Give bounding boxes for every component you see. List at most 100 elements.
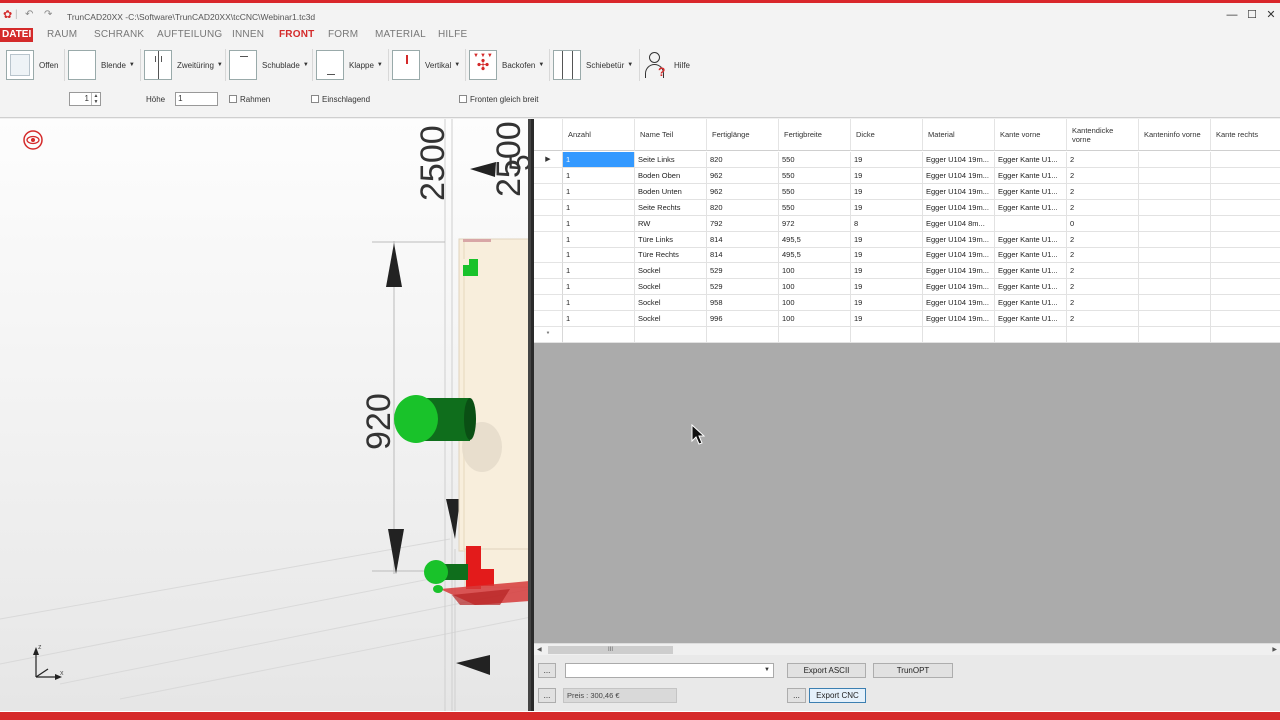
grid-cell[interactable]: 100	[779, 311, 851, 327]
grid-cell[interactable]: 550	[779, 183, 851, 200]
column-header[interactable]: Fertiglänge	[707, 119, 779, 151]
grid-cell[interactable]: 550	[779, 199, 851, 216]
grid-cell[interactable]: 19	[851, 263, 923, 280]
grid-cell[interactable]: 529	[707, 263, 779, 280]
grid-cell[interactable]	[1211, 247, 1280, 264]
front-backofen-button[interactable]: ▼▼▼ ✣ Backofen ▼	[465, 49, 544, 81]
menu-schrank[interactable]: SCHRANK	[94, 29, 144, 40]
grid-cell[interactable]	[1139, 311, 1211, 327]
row-header[interactable]	[534, 247, 563, 264]
3d-scene[interactable]: 2500 2500 5 920 z x	[0, 119, 531, 711]
new-row-cell[interactable]	[1067, 326, 1139, 343]
grid-cell[interactable]: Egger U104 19m...	[923, 152, 995, 168]
grid-cell[interactable]: 2	[1067, 263, 1139, 280]
grid-cell[interactable]: 19	[851, 279, 923, 296]
new-row-cell[interactable]	[635, 326, 707, 343]
grid-cell[interactable]: 1	[563, 295, 635, 312]
new-row-cell[interactable]	[779, 326, 851, 343]
grid-cell[interactable]: 19	[851, 231, 923, 248]
grid-cell[interactable]	[1139, 199, 1211, 216]
column-header[interactable]: Kante vorne	[995, 119, 1067, 151]
grid-cell[interactable]: 100	[779, 263, 851, 280]
grid-cell[interactable]: Sockel	[635, 295, 707, 312]
grid-cell[interactable]	[1211, 216, 1280, 232]
row-header[interactable]	[534, 167, 563, 184]
more-button-3[interactable]: ...	[787, 688, 806, 703]
column-header[interactable]: Fertigbreite	[779, 119, 851, 151]
truncad-logo-icon[interactable]: ✿	[3, 9, 15, 21]
grid-cell[interactable]: 19	[851, 311, 923, 327]
redo-icon[interactable]: ↷	[44, 9, 52, 20]
undo-icon[interactable]: ↶	[25, 9, 33, 20]
grid-cell[interactable]	[1139, 295, 1211, 312]
column-header[interactable]: Dicke	[851, 119, 923, 151]
count-stepper[interactable]: 1 ▲ ▼	[69, 92, 101, 106]
grid-cell[interactable]: Egger Kante U1...	[995, 152, 1067, 168]
grid-cell[interactable]: 814	[707, 247, 779, 264]
row-header[interactable]	[534, 183, 563, 200]
grid-cell[interactable]: 2	[1067, 167, 1139, 184]
grid-cell[interactable]: Egger U104 19m...	[923, 311, 995, 327]
export-ascii-button[interactable]: Export ASCII	[787, 663, 866, 678]
grid-cell[interactable]: 19	[851, 247, 923, 264]
grid-cell[interactable]: 972	[779, 215, 851, 232]
grid-cell[interactable]: Sockel	[635, 263, 707, 280]
front-klappe-button[interactable]: Klappe ▼	[312, 49, 383, 81]
grid-cell[interactable]: 8	[851, 215, 923, 232]
grid-cell[interactable]: Egger Kante U1...	[995, 199, 1067, 216]
grid-cell[interactable]: 19	[851, 167, 923, 184]
column-header[interactable]: Anzahl	[563, 119, 635, 151]
grid-cell[interactable]: 2	[1067, 231, 1139, 248]
new-row-cell[interactable]	[563, 326, 635, 343]
close-button[interactable]: ✕	[1264, 8, 1278, 22]
grid-cell[interactable]	[1139, 183, 1211, 200]
more-button-2[interactable]: ...	[538, 688, 556, 703]
grid-cell[interactable]	[1211, 263, 1280, 280]
menu-datei[interactable]: DATEI	[0, 28, 33, 42]
row-header[interactable]	[534, 263, 563, 280]
grid-cell[interactable]: 1	[563, 311, 635, 327]
grid-cell[interactable]: Egger Kante U1...	[995, 311, 1067, 327]
grid-cell[interactable]: Seite Links	[635, 152, 707, 168]
grid-cell[interactable]: 19	[851, 183, 923, 200]
grid-cell[interactable]: Egger U104 19m...	[923, 247, 995, 264]
grid-cell[interactable]: 1	[563, 215, 635, 232]
einschlagend-checkbox[interactable]	[311, 95, 319, 103]
row-header[interactable]	[534, 279, 563, 296]
grid-cell[interactable]: 1	[563, 231, 635, 248]
grid-cell[interactable]: Egger U104 8m...	[923, 215, 995, 232]
column-header[interactable]: Kantendicke vorne	[1067, 119, 1139, 151]
grid-cell[interactable]: 814	[707, 231, 779, 248]
cabinet-side-panel[interactable]	[458, 238, 531, 552]
column-header[interactable]: Name Teil	[635, 119, 707, 151]
stepper-arrows-icon[interactable]: ▲ ▼	[91, 93, 100, 105]
grid-cell[interactable]: 1	[563, 199, 635, 216]
grid-cell[interactable]: 962	[707, 167, 779, 184]
grid-cell[interactable]: Türe Links	[635, 231, 707, 248]
grid-cell[interactable]: Egger Kante U1...	[995, 295, 1067, 312]
row-header[interactable]	[534, 215, 563, 232]
front-offen-button[interactable]: Offen	[6, 49, 58, 81]
row-header[interactable]: ▶	[534, 152, 563, 168]
grid-cell[interactable]: Egger U104 19m...	[923, 167, 995, 184]
grid-cell[interactable]	[1211, 279, 1280, 296]
export-format-combo[interactable]: ▼	[565, 663, 774, 678]
grid-cell[interactable]: 550	[779, 167, 851, 184]
grid-cell[interactable]: 1	[563, 183, 635, 200]
row-header[interactable]	[534, 311, 563, 327]
grid-cell[interactable]	[995, 215, 1067, 232]
grid-cell[interactable]: 1	[563, 247, 635, 264]
new-row-cell[interactable]	[851, 326, 923, 343]
grid-cell[interactable]: 550	[779, 152, 851, 168]
fronten-gleich-option[interactable]: Fronten gleich breit	[459, 91, 538, 107]
grid-cell[interactable]: 1	[563, 279, 635, 296]
column-header[interactable]: Material	[923, 119, 995, 151]
help-button[interactable]: ? Hilfe	[639, 49, 690, 81]
grid-cell[interactable]: 1	[563, 152, 635, 168]
grid-cell[interactable]: Egger Kante U1...	[995, 247, 1067, 264]
grid-cell[interactable]: Egger U104 19m...	[923, 263, 995, 280]
row-header[interactable]	[534, 231, 563, 248]
menu-raum[interactable]: RAUM	[47, 29, 77, 40]
grid-cell[interactable]: 820	[707, 152, 779, 168]
menu-aufteilung[interactable]: AUFTEILUNG	[157, 29, 222, 40]
